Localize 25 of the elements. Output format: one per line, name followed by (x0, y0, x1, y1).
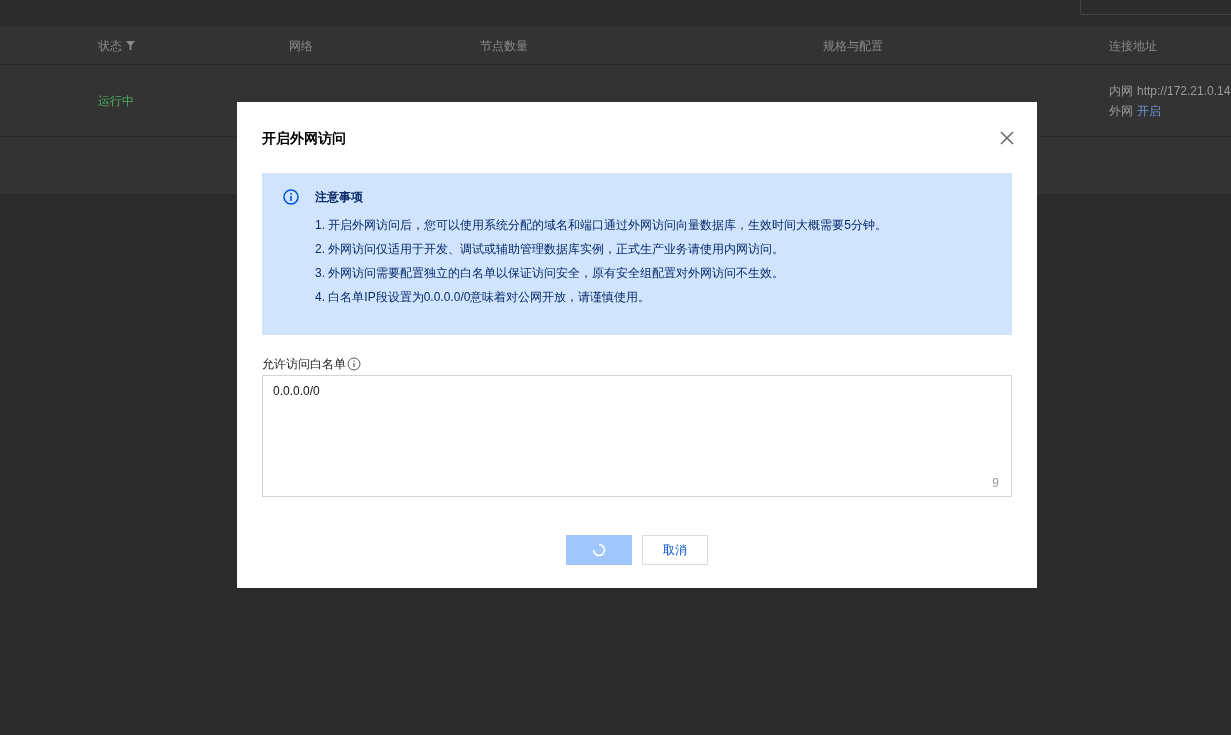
column-header: 状态 (98, 37, 122, 55)
column-header: 规格与配置 (823, 37, 883, 55)
notice-text: 1. 开启外网访问后，您可以使用系统分配的域名和端口通过外网访问向量数据库，生效时间大概需要5分钟。 (315, 218, 888, 233)
address-label: 内网 (1109, 82, 1133, 100)
notice-text: 3. 外网访问需要配置独立的白名单以保证访问安全，原有安全组配置对外网访问不生效。 (315, 266, 786, 281)
cancel-button[interactable]: 取消 (642, 535, 708, 565)
spinner-icon (592, 543, 606, 557)
address-value: http://172.21.0.14 (1137, 82, 1231, 100)
notice-text: 2. 外网访问仅适用于开发、调试或辅助管理数据库实例，正式生产业务请使用内网访问。 (315, 242, 786, 257)
status-text: 运行中 (98, 93, 134, 108)
column-header: 节点数量 (480, 37, 528, 55)
notice-text: 4. 白名单IP段设置为0.0.0.0/0意味着对公网开放，请谨慎使用。 (315, 290, 652, 305)
whitelist-textarea[interactable]: 0.0.0.0/0 9 (262, 375, 1012, 497)
notice-title: 注意事项 (315, 189, 363, 206)
close-icon[interactable] (1000, 131, 1014, 145)
dialog-title: 开启外网访问 (262, 128, 346, 148)
info-icon[interactable] (347, 357, 361, 371)
column-header: 网络 (289, 37, 313, 55)
enable-link[interactable]: 开启 (1137, 101, 1161, 120)
filter-icon[interactable] (126, 41, 135, 50)
field-label: 允许访问白名单 (262, 356, 346, 373)
info-icon (283, 189, 299, 205)
column-header: 连接地址 (1109, 37, 1157, 55)
address-label: 外网 (1109, 102, 1133, 120)
character-count: 9 (992, 475, 999, 492)
